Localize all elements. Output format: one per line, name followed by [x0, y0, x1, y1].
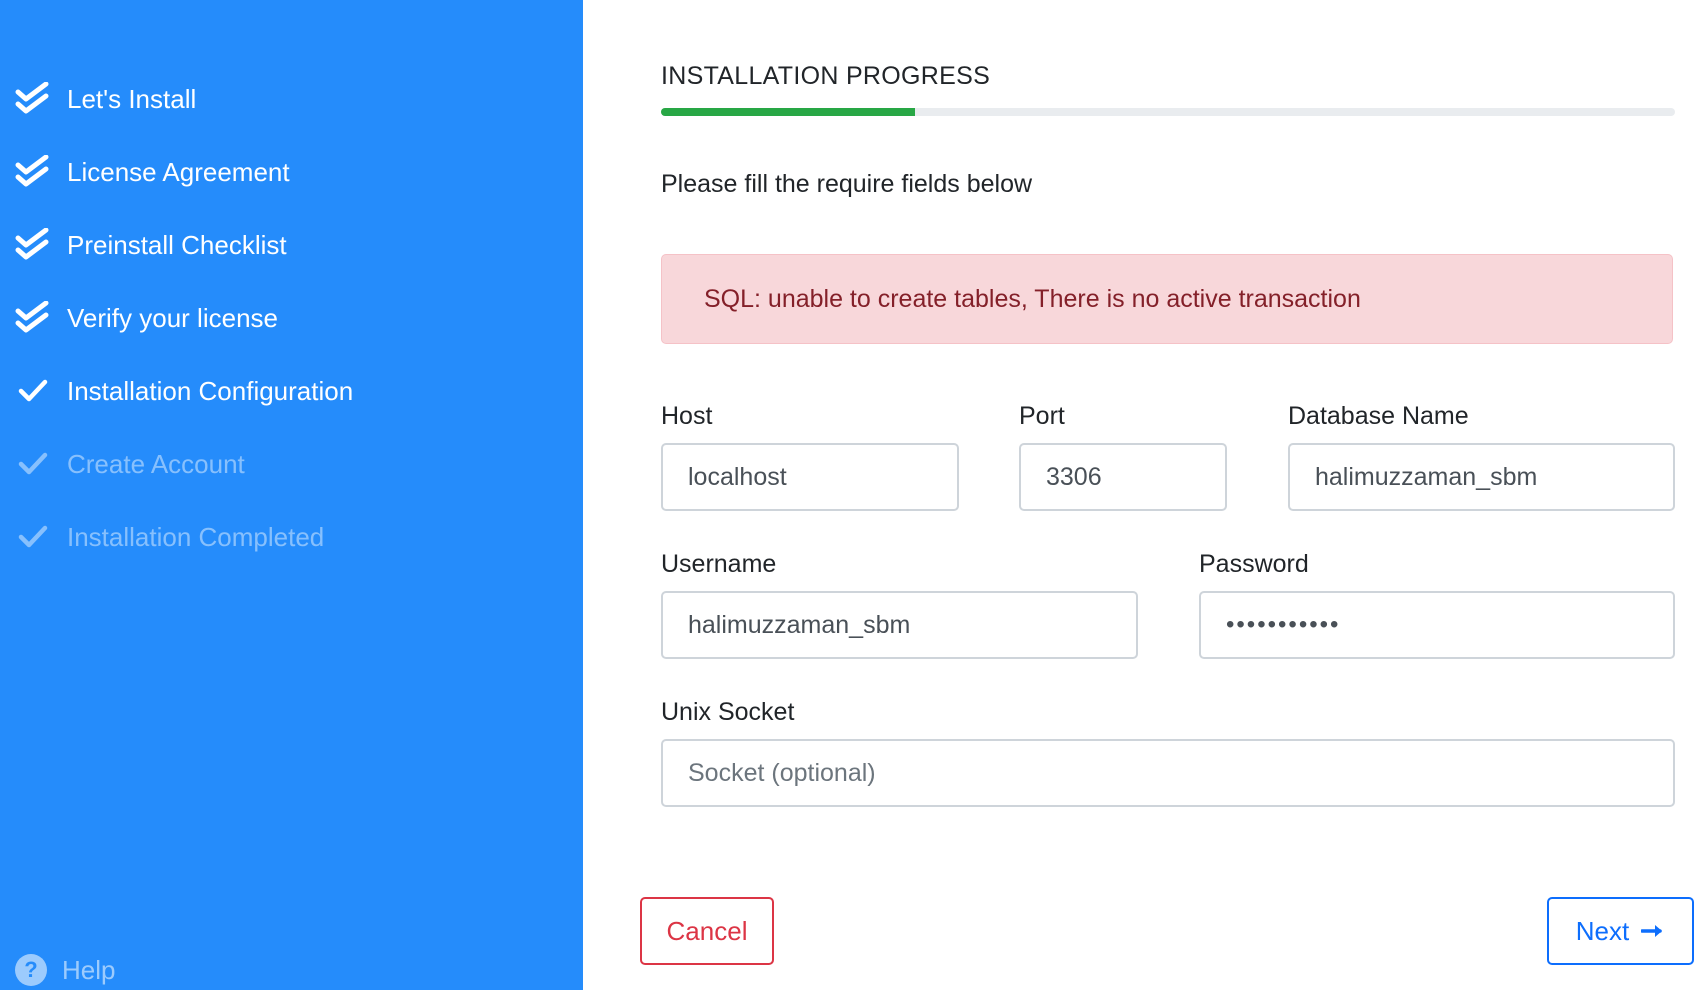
password-value: ••••••••••• [1226, 611, 1341, 638]
unix-socket-input[interactable]: Socket (optional) [661, 739, 1675, 807]
check-icon [0, 452, 67, 476]
error-message: SQL: unable to create tables, There is n… [704, 284, 1361, 313]
page-title: INSTALLATION PROGRESS [661, 62, 991, 90]
host-value: localhost [688, 462, 787, 491]
username-input[interactable]: halimuzzaman_sbm [661, 591, 1138, 659]
username-label: Username [661, 550, 777, 578]
unix-socket-placeholder: Socket (optional) [688, 758, 876, 787]
next-label: Next [1575, 915, 1630, 946]
step-license-agreement[interactable]: License Agreement [0, 150, 290, 194]
password-input[interactable]: ••••••••••• [1199, 591, 1675, 659]
form-instruction: Please fill the require fields below [661, 170, 1033, 198]
username-value: halimuzzaman_sbm [688, 610, 911, 639]
check-icon [0, 525, 67, 549]
double-check-icon [0, 301, 67, 335]
double-check-icon [0, 228, 67, 262]
step-label: Preinstall Checklist [67, 229, 287, 260]
unix-socket-label: Unix Socket [661, 698, 795, 726]
cancel-label: Cancel [666, 915, 748, 946]
step-installation-configuration[interactable]: Installation Configuration [0, 369, 353, 413]
step-label: License Agreement [67, 156, 290, 187]
database-name-label: Database Name [1288, 402, 1469, 430]
installation-progress-bar [661, 108, 1675, 116]
step-label: Let's Install [67, 83, 197, 114]
step-verify-license[interactable]: Verify your license [0, 296, 278, 340]
double-check-icon [0, 82, 67, 116]
step-label: Verify your license [67, 302, 278, 333]
next-button[interactable]: Next [1547, 897, 1694, 965]
main-panel: INSTALLATION PROGRESS Please fill the re… [583, 0, 1704, 990]
step-preinstall-checklist[interactable]: Preinstall Checklist [0, 223, 287, 267]
step-create-account: Create Account [0, 442, 245, 486]
step-lets-install[interactable]: Let's Install [0, 77, 196, 121]
port-label: Port [1019, 402, 1065, 430]
progress-bar-fill [661, 108, 915, 116]
database-name-input[interactable]: halimuzzaman_sbm [1288, 443, 1675, 511]
step-label: Create Account [67, 448, 245, 479]
host-input[interactable]: localhost [661, 443, 959, 511]
double-check-icon [0, 155, 67, 189]
cancel-button[interactable]: Cancel [640, 897, 774, 965]
help-label: Help [62, 954, 116, 985]
host-label: Host [661, 402, 713, 430]
port-value: 3306 [1046, 462, 1102, 491]
step-label: Installation Completed [67, 521, 325, 552]
step-installation-completed: Installation Completed [0, 515, 324, 559]
sidebar: Let's Install License Agreement Preinsta… [0, 0, 583, 990]
svg-text:?: ? [24, 957, 37, 982]
password-label: Password [1199, 550, 1309, 578]
database-name-value: halimuzzaman_sbm [1315, 462, 1538, 491]
question-circle-icon: ? [0, 953, 62, 987]
port-input[interactable]: 3306 [1019, 443, 1227, 511]
error-alert: SQL: unable to create tables, There is n… [661, 254, 1673, 344]
help-link[interactable]: ? Help [0, 948, 115, 992]
arrow-right-icon [1641, 923, 1665, 939]
step-label: Installation Configuration [67, 375, 354, 406]
check-icon [0, 379, 67, 403]
